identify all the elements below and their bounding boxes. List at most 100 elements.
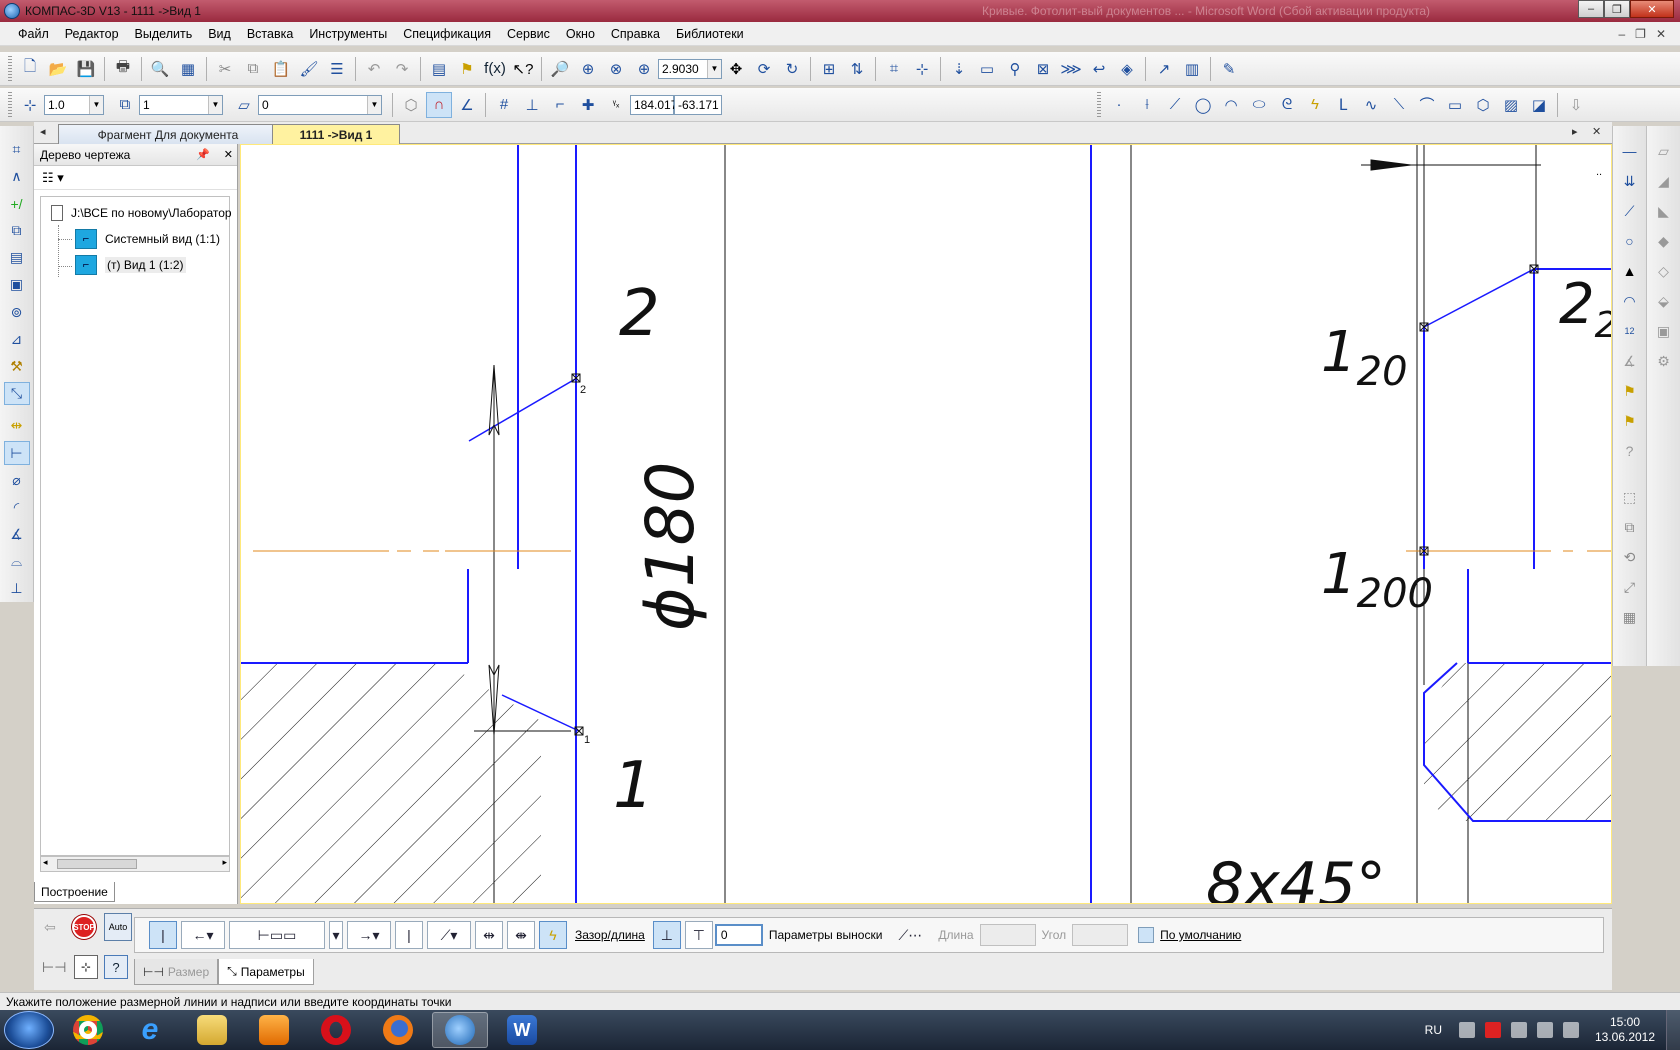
orthogonal-icon[interactable]: ⌐: [547, 92, 573, 118]
copy-icon[interactable]: ⧉: [240, 56, 266, 82]
open-folder-icon[interactable]: 📂: [45, 56, 71, 82]
arc-dimension-icon[interactable]: ⌓: [4, 550, 30, 573]
dimension-line-button[interactable]: |: [149, 921, 177, 949]
menu-help[interactable]: Справка: [603, 27, 668, 41]
plane-icon[interactable]: ▱: [1651, 138, 1677, 164]
taskbar-ie[interactable]: e: [122, 1012, 178, 1048]
stop-button[interactable]: STOP: [72, 915, 96, 939]
hatch-fill-icon[interactable]: ▨: [1498, 92, 1524, 118]
move-icon[interactable]: ⬚: [1617, 484, 1643, 510]
close-tab-icon[interactable]: ✕: [1592, 125, 1601, 138]
taskbar-media[interactable]: [246, 1012, 302, 1048]
scale-icon[interactable]: ⊹: [17, 92, 43, 118]
dim-inside-button[interactable]: ⇹: [475, 921, 503, 949]
zoom-dynamic-icon[interactable]: ⊗: [603, 56, 629, 82]
text-position-button[interactable]: ⊢▭▭: [229, 921, 325, 949]
save-icon[interactable]: 💾: [73, 56, 99, 82]
scroll-left-icon[interactable]: ◂: [43, 857, 48, 868]
menu-select[interactable]: Выделить: [127, 27, 201, 41]
chevron-down-icon[interactable]: ▼: [208, 95, 222, 114]
leader-shape-icon[interactable]: ⟋⋯: [890, 921, 930, 949]
taskbar-chrome[interactable]: [60, 1012, 116, 1048]
tab-scroll-right-icon[interactable]: ▸: [1572, 125, 1578, 138]
segment-icon[interactable]: ⟋: [1162, 92, 1188, 118]
coordinate-system-icon[interactable]: ⊥: [519, 92, 545, 118]
style-combo[interactable]: 1 ▼: [139, 94, 223, 115]
undo-icon[interactable]: ↶: [361, 56, 387, 82]
circle-icon[interactable]: ◯: [1190, 92, 1216, 118]
taskbar-word[interactable]: W: [494, 1012, 550, 1048]
print-icon[interactable]: 🖶: [110, 56, 136, 82]
cursor-position-icon[interactable]: ✚: [575, 92, 601, 118]
table-icon[interactable]: ⊠: [1030, 56, 1056, 82]
power-icon[interactable]: [1511, 1022, 1527, 1038]
menu-specification[interactable]: Спецификация: [395, 27, 499, 41]
hatch-icon[interactable]: ⋙: [1058, 56, 1084, 82]
tab-size[interactable]: ⊢⊣ Размер: [134, 959, 219, 985]
box-icon[interactable]: ▣: [1651, 318, 1677, 344]
close-button[interactable]: ✕: [1630, 0, 1674, 18]
help-icon[interactable]: ?: [104, 955, 128, 979]
line-style-icon[interactable]: —: [1617, 138, 1643, 164]
gear-icon[interactable]: ⚙: [1651, 348, 1677, 374]
diameter-dimension-icon[interactable]: ⌀: [4, 469, 30, 492]
signal-icon[interactable]: [1537, 1022, 1553, 1038]
angle-input[interactable]: [1072, 924, 1129, 946]
start-button[interactable]: [4, 1011, 54, 1049]
new-document-icon[interactable]: 🗋: [17, 56, 43, 82]
cut-extrude-icon[interactable]: ◣: [1651, 198, 1677, 224]
nurbs-icon[interactable]: ϟ: [1302, 92, 1328, 118]
spline-icon[interactable]: ᘓ: [1274, 92, 1300, 118]
layers-manager-icon[interactable]: ▤: [426, 56, 452, 82]
chamfer-icon[interactable]: ⟍: [1386, 92, 1412, 118]
auxiliary-line-icon[interactable]: ⟊: [1134, 92, 1160, 118]
taskbar-firefox[interactable]: [370, 1012, 426, 1048]
arrow-right-button[interactable]: →▾: [347, 921, 391, 949]
state-icon[interactable]: ⧉: [112, 92, 138, 118]
cut-icon[interactable]: ✂: [212, 56, 238, 82]
attach-icon[interactable]: ⚲: [1002, 56, 1028, 82]
library-icon[interactable]: ↗: [1151, 56, 1177, 82]
library-manager-icon[interactable]: ▥: [1179, 56, 1205, 82]
fill-icon[interactable]: ◪: [1526, 92, 1552, 118]
dimensions-icon[interactable]: ∧: [4, 165, 30, 188]
zoom-scale-icon[interactable]: ⊕: [631, 56, 657, 82]
network-error-icon[interactable]: [1485, 1022, 1501, 1038]
wand-icon[interactable]: ✎: [1216, 56, 1242, 82]
menu-libraries[interactable]: Библиотеки: [668, 27, 752, 41]
height-dimension-icon[interactable]: ⊥: [4, 577, 30, 600]
rebuild-icon[interactable]: ↻: [779, 56, 805, 82]
default-checkbox[interactable]: [1138, 927, 1155, 943]
leader-angle-button[interactable]: ⟋▾: [427, 921, 471, 949]
linear-dimension-icon[interactable]: ⊢: [3, 441, 30, 465]
help-circle-icon[interactable]: ?: [1617, 438, 1643, 464]
measure-icon[interactable]: ⊞: [816, 56, 842, 82]
tab-fragment[interactable]: Фрагмент Для документа: [58, 124, 278, 144]
arc-tool-icon[interactable]: ◠: [1617, 288, 1643, 314]
pan-icon[interactable]: ✥: [723, 56, 749, 82]
layer-icon[interactable]: ▱: [231, 92, 257, 118]
coord-y-field[interactable]: -63.171: [674, 94, 722, 115]
minimize-button[interactable]: –: [1578, 0, 1604, 18]
clock[interactable]: 15:00 13.06.2012: [1590, 1015, 1660, 1045]
auto-create-button[interactable]: Auto: [104, 913, 132, 941]
ellipse-icon[interactable]: ⬭: [1246, 92, 1272, 118]
variables-icon[interactable]: ⚑: [454, 56, 480, 82]
revolve-icon[interactable]: ◆: [1651, 228, 1677, 254]
arrow-back-icon[interactable]: ↩: [1086, 56, 1112, 82]
insert-view-icon[interactable]: ⇣: [946, 56, 972, 82]
extension-line-button[interactable]: |: [395, 921, 423, 949]
rotate-icon[interactable]: ⟲: [1617, 544, 1643, 570]
chevron-down-icon[interactable]: ▼: [89, 95, 103, 114]
tab-scroll-left-icon[interactable]: ◂: [40, 125, 46, 138]
local-cs-icon[interactable]: ⊹: [909, 56, 935, 82]
zoom-window-icon[interactable]: 🔎: [547, 56, 573, 82]
function-fx-icon[interactable]: f(x): [482, 56, 508, 82]
ortho-icon[interactable]: ∠: [454, 92, 480, 118]
dimension-mode-icon[interactable]: ⊢⊣: [42, 959, 66, 976]
polygon-icon[interactable]: ⬡: [1470, 92, 1496, 118]
editing-icon[interactable]: ⧉: [4, 219, 30, 242]
associative-views-icon[interactable]: ⊿: [4, 328, 30, 351]
geometry-icon[interactable]: ⌗: [4, 138, 30, 161]
menu-window[interactable]: Окно: [558, 27, 603, 41]
